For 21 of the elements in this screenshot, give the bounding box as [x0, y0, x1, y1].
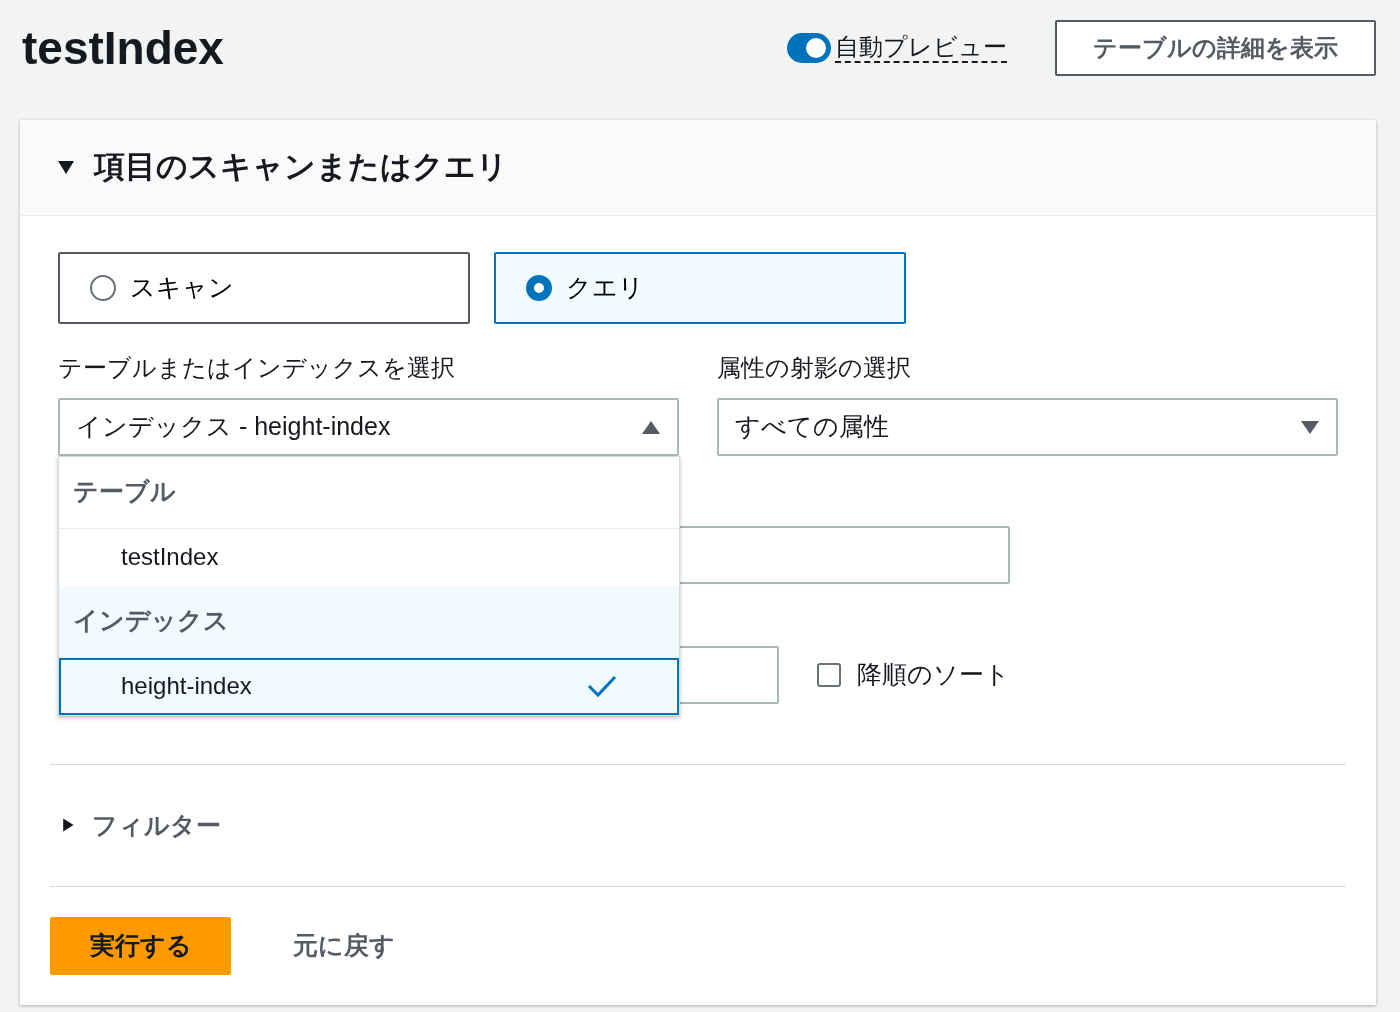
- dropdown-option[interactable]: testIndex: [59, 528, 679, 586]
- option-group-header: インデックス: [59, 585, 679, 658]
- option-group-header: テーブル: [59, 456, 679, 529]
- projection-select[interactable]: すべての属性: [717, 397, 1338, 456]
- filter-toggle[interactable]: フィルター: [92, 806, 221, 844]
- table-index-select[interactable]: インデックス - height-index: [58, 397, 679, 456]
- checkbox[interactable]: [817, 662, 841, 687]
- checkbox-label: 降順のソート: [857, 658, 1010, 690]
- toggle-label: 自動プレビュー: [835, 32, 1007, 64]
- dropdown-option[interactable]: height-index: [59, 657, 679, 715]
- page-title: testIndex: [22, 25, 224, 71]
- reset-link[interactable]: 元に戻す: [287, 926, 401, 966]
- panel-title: 項目のスキャンまたはクエリ: [94, 148, 508, 186]
- mode-radio-tile[interactable]: クエリ: [494, 251, 906, 324]
- run-button[interactable]: 実行する: [50, 917, 231, 975]
- mode-radio-tile[interactable]: スキャン: [58, 251, 470, 324]
- check-icon: [587, 674, 617, 698]
- toggle-switch[interactable]: [787, 33, 831, 63]
- field-label: テーブルまたはインデックスを選択: [58, 352, 456, 383]
- field-label: 属性の射影の選択: [717, 352, 912, 383]
- table-details-button[interactable]: テーブルの詳細を表示: [1055, 20, 1376, 76]
